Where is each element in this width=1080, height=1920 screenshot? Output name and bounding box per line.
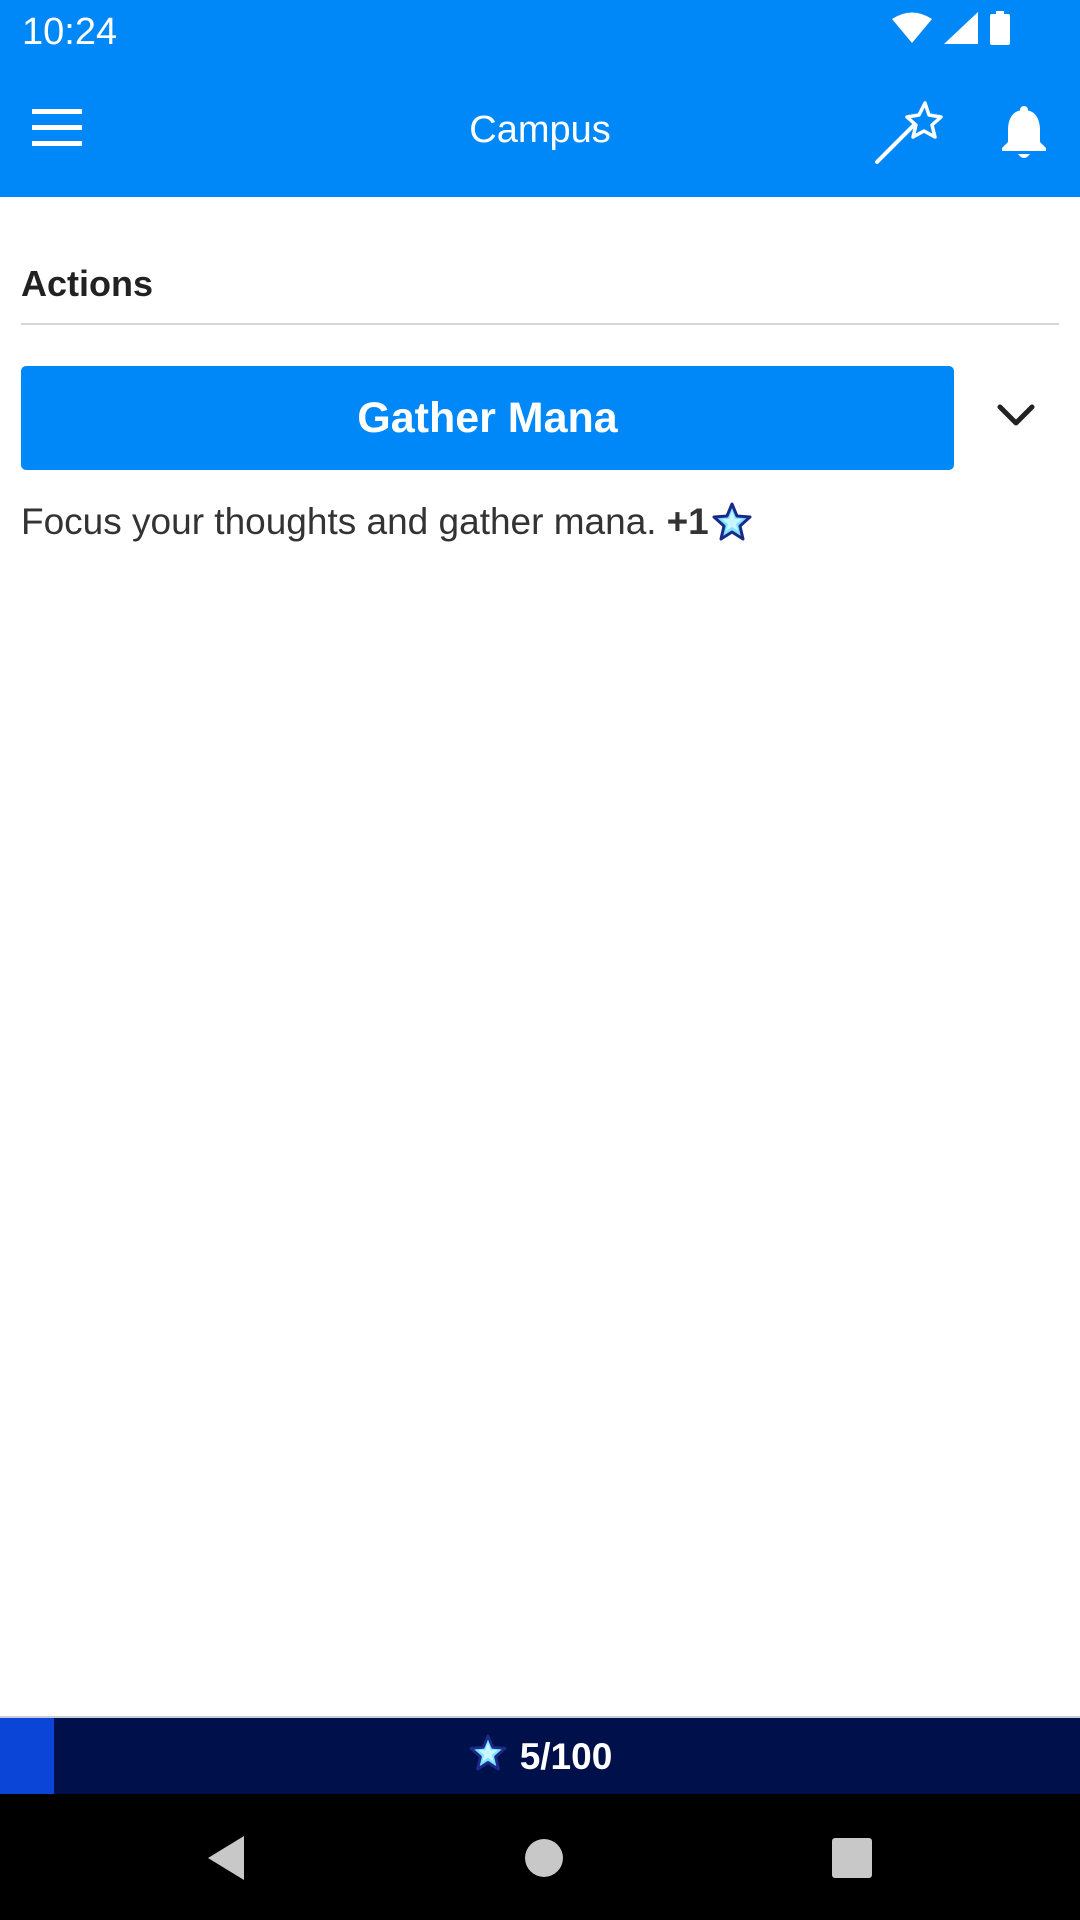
back-button[interactable] <box>200 1830 256 1886</box>
wifi-icon <box>892 12 932 49</box>
mana-resource-bar: 5/100 <box>0 1716 1080 1796</box>
section-title-actions: Actions <box>21 263 154 304</box>
chevron-down-icon <box>997 404 1035 433</box>
status-time: 10:24 <box>22 11 118 53</box>
divider <box>21 323 1059 325</box>
battery-icon <box>990 10 1010 50</box>
recents-icon <box>824 1838 880 1890</box>
mana-value: 5/100 <box>519 1736 613 1777</box>
screen: 10:24 Campus Actions Gather Mana Focus y… <box>0 0 1080 1920</box>
magic-wand-icon <box>873 100 943 171</box>
magic-wand-button[interactable] <box>866 93 950 177</box>
action-description-row: Focus your thoughts and gather mana. +1 <box>21 498 753 546</box>
back-icon <box>200 1836 256 1890</box>
cellular-signal-icon <box>944 11 978 49</box>
page-title: Campus <box>469 109 611 151</box>
app-bar: Campus <box>0 63 1080 197</box>
menu-button[interactable] <box>20 93 94 167</box>
home-icon <box>516 1839 572 1890</box>
action-reward: +1 <box>666 501 709 542</box>
home-button[interactable] <box>516 1830 572 1886</box>
notification-bell-icon <box>1000 105 1048 165</box>
mana-star-icon <box>468 1733 508 1781</box>
mana-resource-label: 5/100 <box>0 1718 1080 1796</box>
gather-mana-button[interactable]: Gather Mana <box>21 366 954 470</box>
mana-star-icon <box>711 502 753 542</box>
recents-button[interactable] <box>824 1830 880 1886</box>
notifications-button[interactable] <box>982 93 1066 177</box>
action-description: Focus your thoughts and gather mana. <box>21 501 657 542</box>
status-bar: 10:24 <box>0 0 1080 63</box>
system-nav-bar <box>0 1794 1080 1920</box>
expand-action-button[interactable] <box>976 378 1056 458</box>
status-icons <box>892 10 1010 50</box>
hamburger-menu-icon <box>32 108 82 152</box>
